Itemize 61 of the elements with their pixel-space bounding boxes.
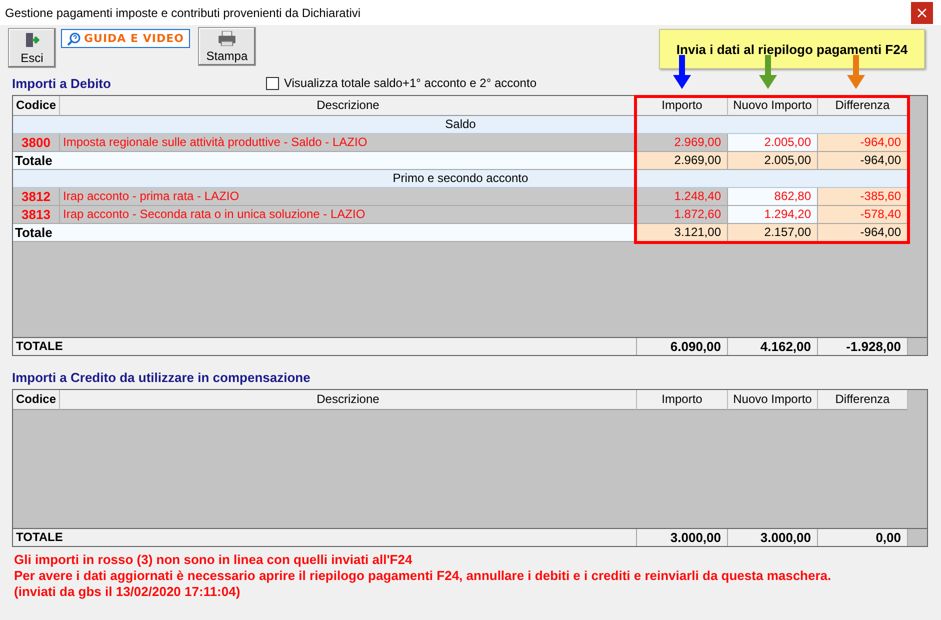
window-title: Gestione pagamenti imposte e contributi provenienti da Dichiarativi bbox=[4, 6, 361, 20]
description-cell: Irap acconto - prima rata - LAZIO bbox=[60, 188, 637, 206]
description-header: Descrizione bbox=[60, 96, 637, 116]
warning-message: Gli importi in rosso (3) non sono in linea con quelli inviati all'F24 bbox=[14, 552, 414, 568]
difference-cell: -385,60 bbox=[818, 188, 908, 206]
amount-cell: 3.121,00 bbox=[637, 224, 728, 242]
new-amount-header: Nuovo Importo bbox=[728, 96, 818, 116]
total-difference: -1.928,00 bbox=[818, 338, 908, 355]
total-new-amount: 4.162,00 bbox=[728, 338, 818, 355]
total-difference: 0,00 bbox=[818, 529, 908, 546]
new-amount-cell: 862,80 bbox=[728, 188, 818, 206]
close-button[interactable] bbox=[911, 2, 933, 24]
description-cell: Imposta regionale sulle attività produttive - Saldo - LAZIO bbox=[60, 134, 637, 152]
total-new-amount: 3.000,00 bbox=[728, 529, 818, 546]
description-header: Descrizione bbox=[60, 390, 637, 410]
section-title: Importi a Debito bbox=[12, 76, 111, 90]
help-search-icon bbox=[67, 32, 81, 46]
description-cell: Irap acconto - Seconda rata o in unica soluzione - LAZIO bbox=[60, 206, 637, 224]
code-cell: 3812 bbox=[13, 188, 60, 206]
amount-header: Importo bbox=[637, 390, 728, 410]
difference-cell: -578,40 bbox=[818, 206, 908, 224]
difference-cell: -964,00 bbox=[818, 152, 908, 170]
difference-cell: -964,00 bbox=[818, 134, 908, 152]
print-button[interactable]: Stampa bbox=[198, 27, 256, 66]
send-to-f24-button[interactable]: Invia i dati al riepilogo pagamenti F24 bbox=[659, 29, 925, 69]
new-amount-header: Nuovo Importo bbox=[728, 390, 818, 410]
subtotal-label: Totale bbox=[13, 152, 637, 170]
difference-header: Differenza bbox=[818, 390, 908, 410]
warning-message: Per avere i dati aggiornati è necessario aprire il riepilogo pagamenti F24, annullare i debiti e i crediti e reinviarli da questa maschera. bbox=[14, 568, 832, 584]
group-header: Primo e secondo acconto bbox=[13, 170, 908, 188]
arrow-down-icon bbox=[673, 55, 691, 89]
amount-cell: 1.872,60 bbox=[637, 206, 728, 224]
checkbox-label: Visualizza totale saldo+1° acconto e 2° acconto bbox=[284, 76, 536, 90]
amount-cell: 2.969,00 bbox=[637, 134, 728, 152]
code-cell: 3800 bbox=[13, 134, 60, 152]
difference-cell: -964,00 bbox=[818, 224, 908, 242]
arrow-down-icon bbox=[847, 55, 865, 89]
new-amount-cell: 2.005,00 bbox=[728, 152, 818, 170]
new-amount-cell: 2.157,00 bbox=[728, 224, 818, 242]
warning-message: (inviati da gbs il 13/02/2020 17:11:04) bbox=[14, 584, 242, 600]
new-amount-cell: 2.005,00 bbox=[728, 134, 818, 152]
amount-cell: 2.969,00 bbox=[637, 152, 728, 170]
total-amount: 3.000,00 bbox=[637, 529, 728, 546]
checkbox[interactable] bbox=[266, 76, 279, 90]
amount-cell: 1.248,40 bbox=[637, 188, 728, 206]
section-title: Importi a Credito da utilizzare in compensazione bbox=[12, 370, 310, 384]
total-amount: 6.090,00 bbox=[637, 338, 728, 355]
printer-icon bbox=[216, 31, 237, 46]
close-icon bbox=[917, 8, 927, 18]
total-label: TOTALE bbox=[13, 529, 637, 546]
group-header: Saldo bbox=[13, 116, 908, 134]
new-amount-cell: 1.294,20 bbox=[728, 206, 818, 224]
amount-header: Importo bbox=[637, 96, 728, 116]
arrow-down-icon bbox=[759, 55, 777, 89]
exit-button[interactable]: Esci bbox=[8, 28, 56, 68]
code-header: Codice bbox=[13, 96, 60, 116]
subtotal-label: Totale bbox=[13, 224, 637, 242]
door-exit-icon bbox=[24, 32, 40, 48]
total-label: TOTALE bbox=[13, 338, 637, 355]
code-header: Codice bbox=[13, 390, 60, 410]
code-cell: 3813 bbox=[13, 206, 60, 224]
